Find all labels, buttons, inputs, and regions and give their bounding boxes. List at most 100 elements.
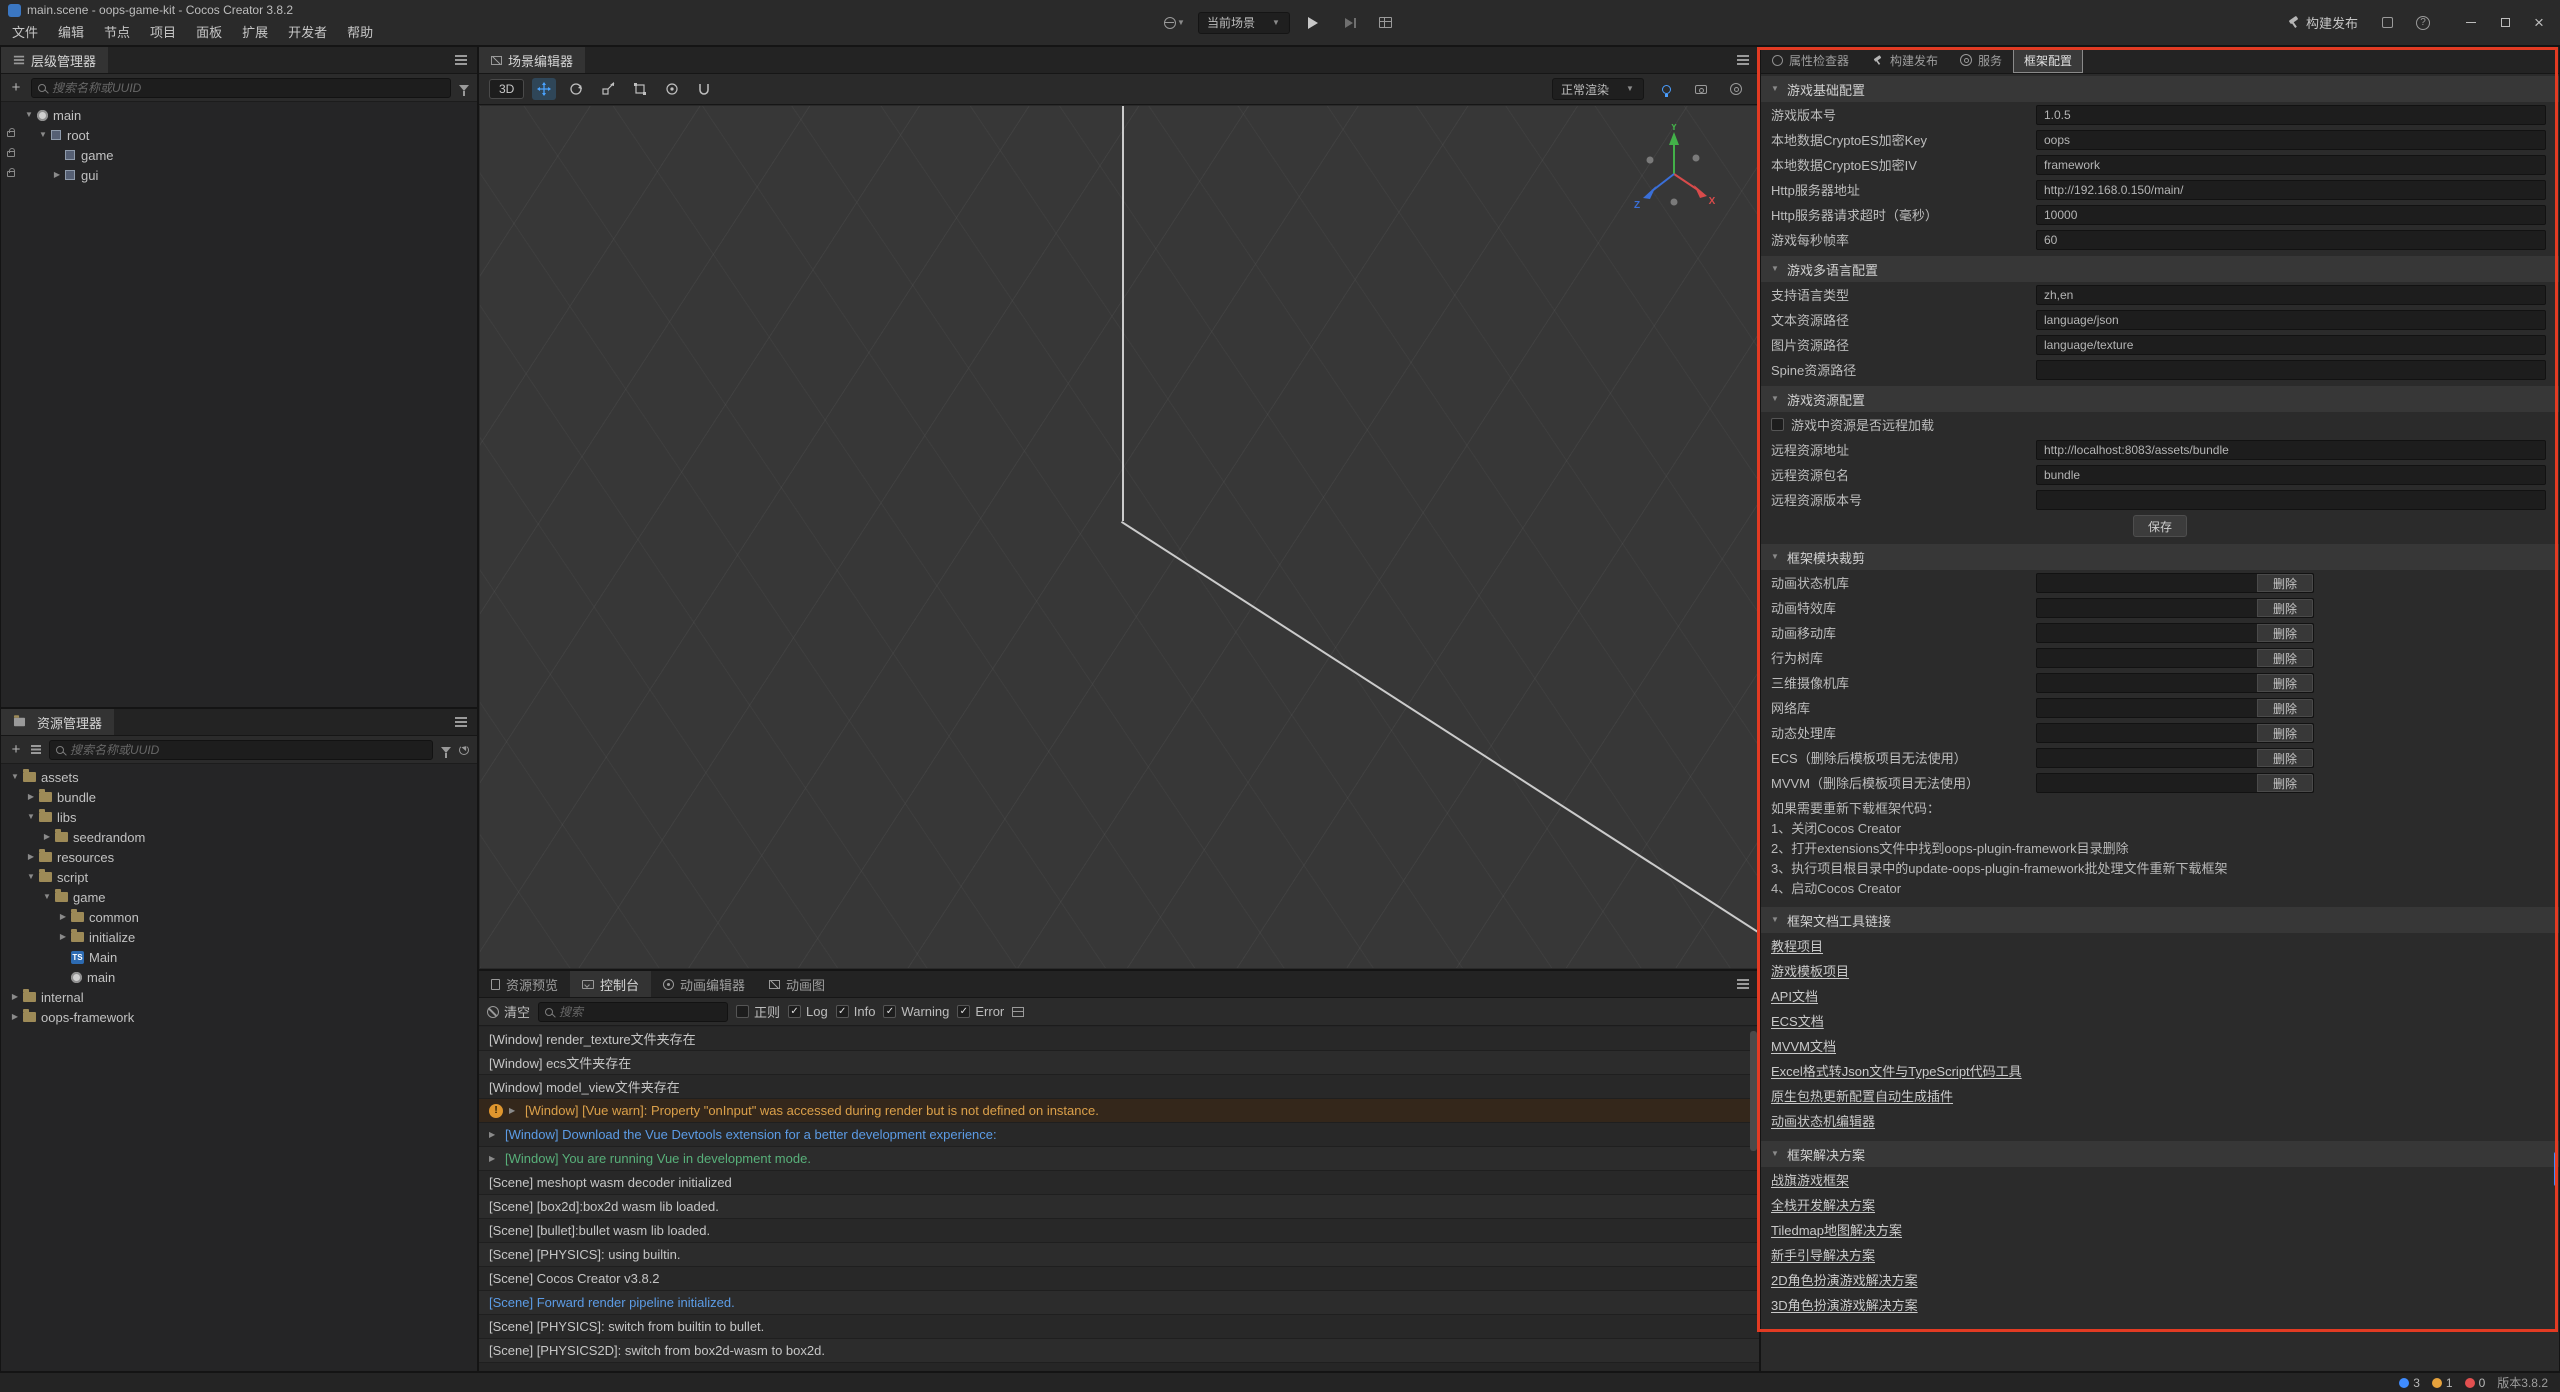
tab-asset-preview[interactable]: 资源预览 xyxy=(479,971,570,997)
scale-tool-button[interactable] xyxy=(596,78,620,100)
panel-menu-icon[interactable] xyxy=(455,59,467,61)
warning-count-badge[interactable]: 1 xyxy=(2432,1376,2453,1390)
log-count-badge[interactable]: 3 xyxy=(2399,1376,2420,1390)
scene-settings-button[interactable] xyxy=(1723,78,1749,100)
close-button[interactable] xyxy=(2522,9,2556,37)
preview-device-button[interactable] xyxy=(1162,12,1188,34)
filter-info-checkbox[interactable]: Info xyxy=(836,1004,876,1019)
tab-animation-graph[interactable]: 动画图 xyxy=(757,971,837,997)
asset-row-libs[interactable]: libs xyxy=(1,807,477,827)
rect-tool-button[interactable] xyxy=(628,78,652,100)
save-button[interactable]: 保存 xyxy=(2133,515,2187,537)
snap-tool-button[interactable] xyxy=(692,78,716,100)
hierarchy-search-input[interactable] xyxy=(52,81,444,95)
crypto-key-input[interactable] xyxy=(2036,130,2546,150)
asset-row-main-scene[interactable]: main xyxy=(1,967,477,987)
section-doc-links[interactable]: 框架文档工具链接 xyxy=(1761,907,2559,933)
tab-console[interactable]: 控制台 xyxy=(570,971,651,997)
expand-arrow-icon[interactable] xyxy=(49,171,65,179)
expand-arrow-icon[interactable] xyxy=(35,131,51,139)
filter-icon[interactable] xyxy=(441,747,451,753)
fps-input[interactable] xyxy=(2036,230,2546,250)
asset-row-main-ts[interactable]: Main xyxy=(1,947,477,967)
expand-arrow-icon[interactable] xyxy=(21,111,37,119)
menu-edit[interactable]: 编辑 xyxy=(48,19,94,44)
solution-link-tiledmap[interactable]: Tiledmap地图解决方案 xyxy=(1771,1220,1902,1239)
tree-row-gui[interactable]: gui xyxy=(1,165,477,185)
section-resource-config[interactable]: 游戏资源配置 xyxy=(1761,386,2559,412)
http-timeout-input[interactable] xyxy=(2036,205,2546,225)
add-node-button[interactable] xyxy=(9,80,23,95)
section-basic-config[interactable]: 游戏基础配置 xyxy=(1761,76,2559,102)
add-asset-button[interactable] xyxy=(9,742,23,757)
expand-arrow-icon[interactable] xyxy=(7,773,23,781)
tab-property-inspector[interactable]: 属性检查器 xyxy=(1761,47,1860,73)
delete-button[interactable]: 删除 xyxy=(2257,749,2313,767)
doc-link-ecs[interactable]: ECS文档 xyxy=(1771,1011,1824,1030)
delete-button[interactable]: 删除 xyxy=(2257,599,2313,617)
panel-menu-icon[interactable] xyxy=(1737,59,1749,61)
tab-service[interactable]: 服务 xyxy=(1949,47,2013,73)
log-row[interactable]: [Scene] Cocos Creator v3.8.2 xyxy=(479,1267,1759,1291)
tab-build-publish[interactable]: 构建发布 xyxy=(1860,47,1949,73)
error-count-badge[interactable]: 0 xyxy=(2465,1376,2486,1390)
menu-extension[interactable]: 扩展 xyxy=(232,19,278,44)
log-row[interactable]: [Window] render_texture文件夹存在 xyxy=(479,1027,1759,1051)
asset-row-internal[interactable]: internal xyxy=(1,987,477,1007)
asset-row-resources[interactable]: resources xyxy=(1,847,477,867)
solution-link-2drpg[interactable]: 2D角色扮演游戏解决方案 xyxy=(1771,1270,1918,1289)
expand-arrow-icon[interactable] xyxy=(55,913,71,921)
preview-target-select[interactable]: 当前场景 xyxy=(1198,12,1290,34)
play-button[interactable] xyxy=(1300,12,1326,34)
toggle-3d-button[interactable]: 3D xyxy=(489,79,524,99)
section-module-trim[interactable]: 框架模块裁剪 xyxy=(1761,544,2559,570)
menu-help[interactable]: 帮助 xyxy=(337,19,383,44)
doc-link-excel-tool[interactable]: Excel格式转Json文件与TypeScript代码工具 xyxy=(1771,1061,2022,1080)
view-gizmo[interactable]: Y X Z xyxy=(1632,124,1716,226)
expand-arrow-icon[interactable] xyxy=(489,1130,505,1139)
layout-button[interactable] xyxy=(1372,12,1398,34)
scene-viewport[interactable]: Y X Z xyxy=(480,106,1758,968)
lock-icon[interactable] xyxy=(7,131,15,137)
texture-path-input[interactable] xyxy=(2036,335,2546,355)
expand-arrow-icon[interactable] xyxy=(509,1106,525,1115)
assets-search-input[interactable] xyxy=(70,743,426,757)
remote-url-input[interactable] xyxy=(2036,440,2546,460)
filter-warning-checkbox[interactable]: Warning xyxy=(883,1004,949,1019)
text-path-input[interactable] xyxy=(2036,310,2546,330)
delete-button[interactable]: 删除 xyxy=(2257,774,2313,792)
asset-row-oops-framework[interactable]: oops-framework xyxy=(1,1007,477,1027)
move-tool-button[interactable] xyxy=(532,78,556,100)
expand-arrow-icon[interactable] xyxy=(23,813,39,821)
solution-link-fullstack[interactable]: 全栈开发解决方案 xyxy=(1771,1195,1875,1214)
log-row[interactable]: [Window] ecs文件夹存在 xyxy=(479,1051,1759,1075)
asset-row-common[interactable]: common xyxy=(1,907,477,927)
delete-button[interactable]: 删除 xyxy=(2257,724,2313,742)
http-server-input[interactable] xyxy=(2036,180,2546,200)
log-row[interactable]: [Scene] meshopt wasm decoder initialized xyxy=(479,1171,1759,1195)
refresh-icon[interactable] xyxy=(459,745,469,755)
delete-button[interactable]: 删除 xyxy=(2257,649,2313,667)
scene-light-button[interactable] xyxy=(1653,78,1679,100)
menu-node[interactable]: 节点 xyxy=(94,19,140,44)
tab-framework-config[interactable]: 框架配置 xyxy=(2013,47,2083,73)
menu-panel[interactable]: 面板 xyxy=(186,19,232,44)
render-mode-select[interactable]: 正常渲染 xyxy=(1552,78,1644,100)
scene-overlay-button[interactable] xyxy=(1688,78,1714,100)
pivot-tool-button[interactable] xyxy=(660,78,684,100)
languages-input[interactable] xyxy=(2036,285,2546,305)
expand-arrow-icon[interactable] xyxy=(7,993,23,1001)
console-log-list[interactable]: [Window] render_texture文件夹存在 [Window] ec… xyxy=(479,1027,1759,1371)
minimize-button[interactable] xyxy=(2454,9,2488,37)
expand-arrow-icon[interactable] xyxy=(7,1013,23,1021)
delete-button[interactable]: 删除 xyxy=(2257,624,2313,642)
tab-hierarchy[interactable]: 层级管理器 xyxy=(1,47,108,73)
doc-link-hotupdate-plugin[interactable]: 原生包热更新配置自动生成插件 xyxy=(1771,1086,1953,1105)
panel-menu-icon[interactable] xyxy=(1737,983,1749,985)
panel-menu-icon[interactable] xyxy=(455,721,467,723)
lock-icon[interactable] xyxy=(7,171,15,177)
asset-row-assets[interactable]: assets xyxy=(1,767,477,787)
expand-arrow-icon[interactable] xyxy=(39,893,55,901)
build-publish-button[interactable]: 构建发布 xyxy=(2281,13,2364,32)
log-row[interactable]: [Scene] Forward render pipeline initiali… xyxy=(479,1291,1759,1315)
